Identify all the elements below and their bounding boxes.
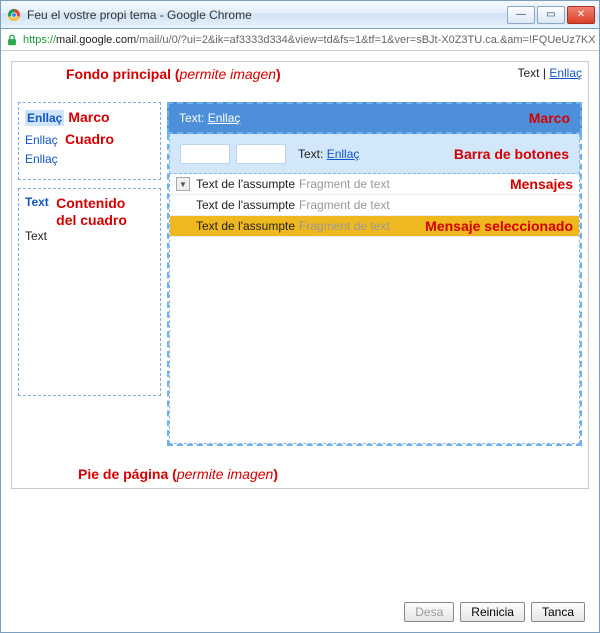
sidebar-nav-box: EnllaçMarco Enllaç Cuadro Enllaç [18,102,161,180]
bar-link[interactable]: Enllaç [327,147,360,161]
maximize-button[interactable]: ▭ [537,6,565,24]
header-frame: Text: Enllaç Marco [167,102,582,134]
bar-text: Text: Enllaç [298,147,359,161]
title-left: Feu el vostre propi tema - Google Chrome [7,8,252,22]
annotation-messages: Mensajes [510,176,573,192]
message-row[interactable]: ▼ Text de l'assumpte Fragment de text Me… [170,174,579,195]
sidebar-item[interactable]: Enllaç Cuadro [25,131,160,147]
window-title: Feu el vostre propi tema - Google Chrome [27,8,252,22]
message-row[interactable]: Text de l'assumpte Fragment de text [170,195,579,216]
top-row: Fondo principal (permite imagen) Text | … [18,66,582,82]
messages-wrap: ▼ Text de l'assumpte Fragment de text Me… [169,174,580,444]
annotation-marco-header: Marco [529,110,570,126]
url-text[interactable]: https://mail.google.com/mail/u/0/?ui=2&i… [23,34,595,46]
reset-button[interactable]: Reinicia [460,602,525,622]
url-protocol: https:// [23,34,56,46]
sidebar: EnllaçMarco Enllaç Cuadro Enllaç Text Co [18,102,161,446]
url-path: /mail/u/0/?ui=2&ik=af3333d334&view=td&fs… [136,34,595,46]
close-window-button[interactable]: ✕ [567,6,595,24]
sidebar-item[interactable]: Enllaç [25,152,160,166]
browser-window: Feu el vostre propi tema - Google Chrome… [0,0,600,633]
close-button[interactable]: Tanca [531,602,585,622]
layout: EnllaçMarco Enllaç Cuadro Enllaç Text Co [18,102,582,446]
sidebar-content-link[interactable]: Text [25,195,49,209]
toolbar-button[interactable] [236,144,286,164]
chrome-icon [7,8,21,22]
annotation-button-bar: Barra de botones [454,146,569,162]
annotation-content: Contenido del cuadro [56,195,127,229]
title-bar: Feu el vostre propi tema - Google Chrome… [1,1,599,29]
main-pane: Text: Enllaç Marco Text: Enllaç [167,102,582,446]
annotation-background: Fondo principal (permite imagen) [66,66,281,82]
top-right-links: Text | Enllaç [518,66,583,80]
url-host: mail.google.com [56,34,136,46]
message-list: ▼ Text de l'assumpte Fragment de text Me… [170,174,579,237]
window-controls: — ▭ ✕ [507,6,595,24]
link-enllac[interactable]: Enllaç [549,66,582,80]
toolbar-button[interactable] [180,144,230,164]
sidebar-content-box: Text Contenido del cuadro Text [18,188,161,396]
save-button[interactable]: Desa [404,602,454,622]
text-label: Text [518,66,540,80]
annotation-cuadro: Cuadro [65,131,114,147]
annotation-marco-sidebar: Marco [68,109,109,125]
main-frame: Text: Enllaç Barra de botones ▼ Text de … [167,134,582,446]
annotation-footer: Pie de página (permite imagen) [78,466,582,482]
message-row-selected[interactable]: Text de l'assumpte Fragment de text Mens… [170,216,579,237]
dialog-content: Fondo principal (permite imagen) Text | … [1,51,599,632]
lock-icon [5,33,19,47]
annotation-selected-message: Mensaje seleccionado [425,218,573,234]
message-body-area [170,237,579,443]
dialog-buttons: Desa Reinicia Tanca [11,596,589,626]
header-link[interactable]: Enllaç [208,111,241,125]
minimize-button[interactable]: — [507,6,535,24]
sidebar-content-text: Text [25,229,154,243]
theme-preview-stage: Fondo principal (permite imagen) Text | … [11,61,589,489]
button-bar: Text: Enllaç Barra de botones [169,134,580,174]
sidebar-item[interactable]: EnllaçMarco [25,109,160,131]
dropdown-arrow-icon[interactable]: ▼ [176,177,190,191]
address-bar: https://mail.google.com/mail/u/0/?ui=2&i… [1,29,599,51]
header-text: Text: Enllaç [179,111,240,125]
